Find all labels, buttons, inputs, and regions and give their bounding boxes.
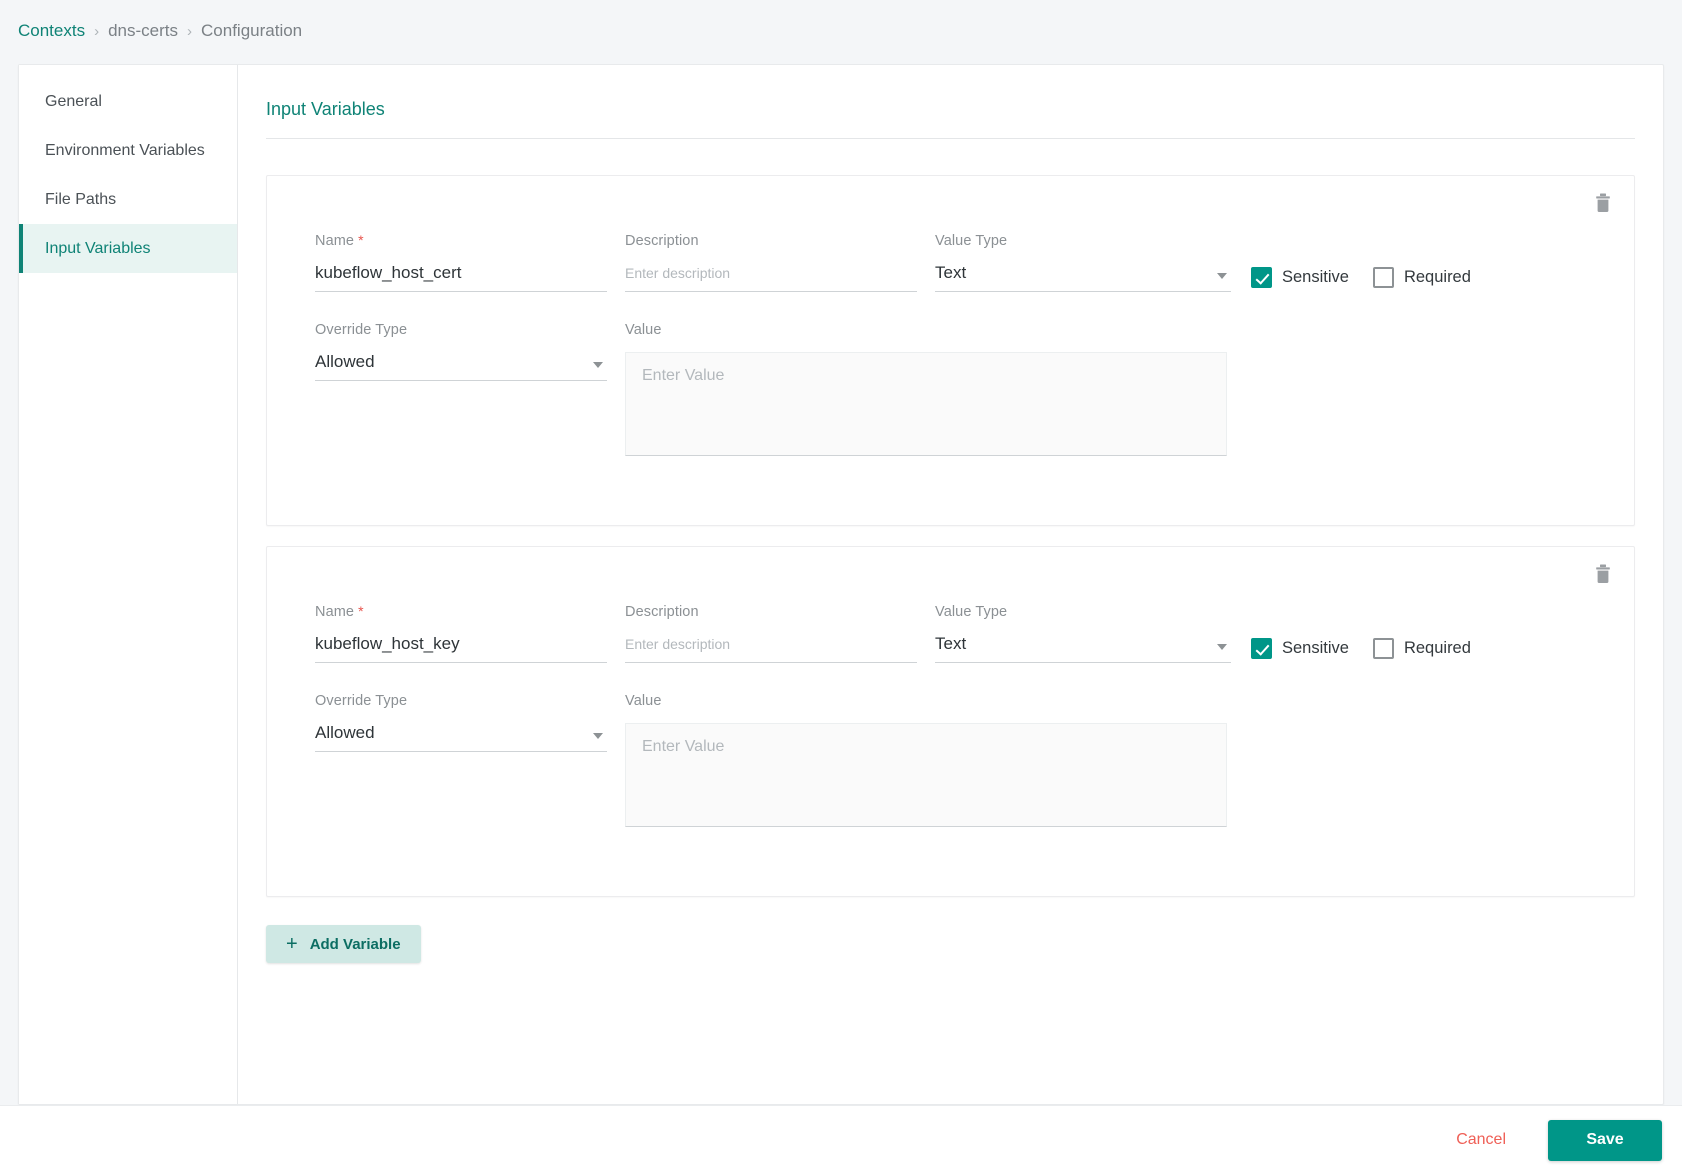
value-textarea[interactable] [625,352,1227,456]
variable-row-primary: Name* Description Value Type [291,569,1610,663]
sidebar-item-label: Environment Variables [45,141,205,159]
trash-icon[interactable] [1590,190,1616,216]
description-input[interactable] [625,634,917,663]
breadcrumb-item-dns-certs[interactable]: dns-certs [108,21,178,41]
sidebar-item-label: File Paths [45,190,117,208]
sidebar-item-label: General [45,92,102,110]
configuration-page: Contexts › dns-certs › Configuration Gen… [0,0,1682,1174]
override-type-select[interactable] [315,352,607,381]
sensitive-label: Sensitive [1282,639,1349,657]
settings-sidebar: General Environment Variables File Paths… [19,65,238,1104]
sensitive-label: Sensitive [1282,268,1349,286]
checkbox-box [1372,638,1394,659]
sidebar-item-environment-variables[interactable]: Environment Variables [19,126,237,175]
value-type-label: Value Type [935,604,1008,620]
value-type-value[interactable] [935,263,1231,292]
value-type-field-group: Value Type [935,604,1231,663]
name-field-group: Name * [315,232,607,292]
configuration-panel: General Environment Variables File Paths… [18,64,1664,1105]
override-type-value[interactable] [315,723,607,752]
name-field-group: Name * [315,603,607,663]
add-variable-label: Add Variable [309,935,401,953]
description-input[interactable] [625,263,917,292]
cancel-button[interactable]: Cancel [1446,1123,1516,1157]
variable-row-secondary: Override Type Value [291,663,1610,832]
value-field-group: Value [625,693,1227,832]
name-label: Name * [315,232,607,249]
breadcrumb-separator-icon: › [187,22,193,40]
checkbox-box [1372,267,1394,288]
value-label: Value [625,322,662,338]
name-input[interactable] [315,263,607,292]
sidebar-item-file-paths[interactable]: File Paths [19,175,237,224]
sidebar-item-input-variables[interactable]: Input Variables [19,224,237,273]
override-type-label: Override Type [315,693,408,709]
value-field-group: Value [625,322,1227,461]
name-input[interactable] [315,634,607,663]
name-label-text: Name [315,604,355,620]
variable-row-secondary: Override Type Value [291,292,1610,461]
value-type-field-group: Value Type [935,233,1231,292]
variable-row-primary: Name* Description Value Type [291,198,1610,292]
sensitive-checkbox[interactable]: Sensitive [1251,267,1349,288]
checkbox-box [1251,267,1272,288]
override-type-value[interactable] [315,352,607,381]
description-field-group: Description [625,604,917,663]
description-label: Description [625,604,699,620]
breadcrumb-separator-icon: › [94,22,100,40]
breadcrumb-item-configuration: Configuration [201,21,303,40]
description-field-group: Description [625,233,917,292]
value-textarea[interactable] [625,723,1227,827]
required-label: Required [1403,268,1471,286]
required-label: Required [1403,639,1471,657]
variable-card: Name* Description Value Type [266,175,1635,526]
breadcrumb-item-contexts[interactable]: Contexts [18,21,85,41]
checkbox-box [1251,638,1272,659]
required-checkbox[interactable]: Required [1372,638,1471,659]
variable-flags: Sensitive Required [1251,638,1471,663]
plus-icon: + [286,933,298,955]
input-variables-content: Input Variables Name * kubeflow_host_cer… [238,65,1663,1104]
title-divider [266,138,1635,139]
sidebar-item-general[interactable]: General [19,77,237,126]
override-type-label: Override Type [315,322,408,338]
value-type-value[interactable] [935,634,1231,663]
form-footer: Cancel Save [0,1105,1682,1174]
variable-card: Name* Description Value Type [266,546,1635,897]
value-label: Value [625,693,662,709]
name-label: Name * [315,603,607,620]
description-label: Description [625,233,699,249]
value-type-label: Value Type [935,233,1008,249]
value-type-select[interactable] [935,634,1231,663]
sensitive-checkbox[interactable]: Sensitive [1251,638,1349,659]
sidebar-item-label: Input Variables [45,239,151,257]
value-type-select[interactable] [935,263,1231,292]
required-asterisk: * [358,232,364,248]
required-asterisk: * [358,603,364,619]
page-title: Input Variables [266,99,385,119]
name-label-text: Name [315,233,355,249]
override-type-select[interactable] [315,723,607,752]
save-button[interactable]: Save [1548,1119,1662,1161]
override-type-field-group: Override Type [315,322,607,461]
breadcrumb: Contexts › dns-certs › Configuration [18,18,302,44]
required-checkbox[interactable]: Required [1372,267,1471,288]
add-variable-button[interactable]: + Add Variable [266,925,421,963]
override-type-field-group: Override Type [315,693,607,832]
trash-icon[interactable] [1590,561,1616,587]
variable-flags: Sensitive Required [1251,267,1471,292]
